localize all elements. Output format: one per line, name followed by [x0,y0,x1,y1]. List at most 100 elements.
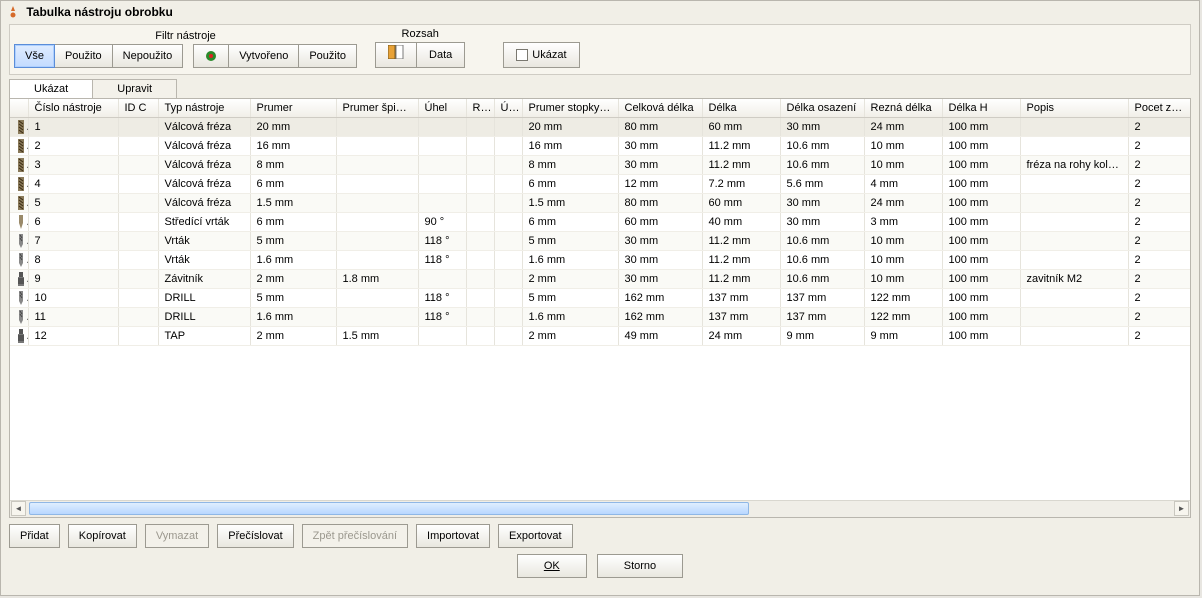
cell-desc[interactable] [1020,232,1128,251]
cell-h[interactable]: 100 mm [942,137,1020,156]
cell-teeth[interactable]: 2 [1128,270,1191,289]
cell-cut[interactable]: 24 mm [864,118,942,137]
cell-tip[interactable] [336,175,418,194]
cell-h[interactable]: 100 mm [942,289,1020,308]
cell-shank[interactable]: 16 mm [522,137,618,156]
cell-cut[interactable]: 10 mm [864,137,942,156]
filter-unused-button[interactable]: Nepoužito [113,44,184,68]
col-u[interactable]: Ú… [494,99,522,118]
cell-tot[interactable]: 162 mm [618,289,702,308]
cell-u[interactable] [494,327,522,346]
cell-shld[interactable]: 10.6 mm [780,156,864,175]
tool-icon[interactable] [10,194,28,213]
table-row[interactable]: 8Vrták1.6 mm118 °1.6 mm30 mm11.2 mm10.6 … [10,251,1191,270]
cell-cut[interactable]: 4 mm [864,175,942,194]
cell-desc[interactable]: zavitník M2 [1020,270,1128,289]
cell-u[interactable] [494,137,522,156]
cell-shld[interactable]: 137 mm [780,308,864,327]
cell-idc[interactable] [118,156,158,175]
cell-tip[interactable]: 1.5 mm [336,327,418,346]
cell-h[interactable]: 100 mm [942,251,1020,270]
cell-shank[interactable]: 5 mm [522,232,618,251]
cell-cut[interactable]: 3 mm [864,213,942,232]
cell-shank[interactable]: 5 mm [522,289,618,308]
cell-len[interactable]: 137 mm [702,308,780,327]
cell-shld[interactable]: 30 mm [780,118,864,137]
col-shank-dia[interactable]: Prumer stopky… [522,99,618,118]
cell-shank[interactable]: 8 mm [522,156,618,175]
cell-shank[interactable]: 6 mm [522,213,618,232]
cell-len[interactable]: 11.2 mm [702,251,780,270]
cell-cut[interactable]: 10 mm [864,251,942,270]
ok-button[interactable]: OK [517,554,587,578]
table-row[interactable]: 9Závitník2 mm1.8 mm2 mm30 mm11.2 mm10.6 … [10,270,1191,289]
cell-teeth[interactable]: 2 [1128,327,1191,346]
cell-r[interactable] [466,175,494,194]
table-row[interactable]: 3Válcová fréza8 mm8 mm30 mm11.2 mm10.6 m… [10,156,1191,175]
tool-icon[interactable] [10,213,28,232]
cell-idc[interactable] [118,175,158,194]
cell-no[interactable]: 11 [28,308,118,327]
range-view-button[interactable] [375,42,417,68]
cell-h[interactable]: 100 mm [942,232,1020,251]
cell-ang[interactable]: 118 ° [418,251,466,270]
scroll-thumb[interactable] [29,502,749,515]
cell-h[interactable]: 100 mm [942,308,1020,327]
cell-cut[interactable]: 10 mm [864,270,942,289]
tab-show[interactable]: Ukázat [9,79,93,98]
cell-shank[interactable]: 1.6 mm [522,308,618,327]
cell-no[interactable]: 12 [28,327,118,346]
col-teeth[interactable]: Pocet zubu [1128,99,1191,118]
cell-tot[interactable]: 30 mm [618,251,702,270]
cell-shld[interactable]: 10.6 mm [780,251,864,270]
tool-icon[interactable] [10,251,28,270]
col-desc[interactable]: Popis [1020,99,1128,118]
cell-type[interactable]: Vrták [158,251,250,270]
cell-teeth[interactable]: 2 [1128,175,1191,194]
cell-ang[interactable] [418,137,466,156]
cell-desc[interactable] [1020,137,1128,156]
cell-u[interactable] [494,270,522,289]
cell-no[interactable]: 2 [28,137,118,156]
cell-type[interactable]: TAP [158,327,250,346]
col-angle[interactable]: Úhel [418,99,466,118]
cell-u[interactable] [494,213,522,232]
cell-h[interactable]: 100 mm [942,327,1020,346]
cell-no[interactable]: 4 [28,175,118,194]
cell-dia[interactable]: 1.6 mm [250,251,336,270]
cell-r[interactable] [466,194,494,213]
cell-no[interactable]: 10 [28,289,118,308]
cell-u[interactable] [494,289,522,308]
cell-no[interactable]: 9 [28,270,118,289]
cell-r[interactable] [466,232,494,251]
cell-tip[interactable] [336,251,418,270]
cell-type[interactable]: Středící vrták [158,213,250,232]
scroll-right-icon[interactable]: ► [1174,501,1189,516]
cell-tot[interactable]: 30 mm [618,156,702,175]
tool-icon[interactable] [10,118,28,137]
cell-tot[interactable]: 162 mm [618,308,702,327]
table-row[interactable]: 7Vrták5 mm118 °5 mm30 mm11.2 mm10.6 mm10… [10,232,1191,251]
filter-created-button[interactable]: Vytvořeno [229,44,299,68]
cell-dia[interactable]: 16 mm [250,137,336,156]
cell-h[interactable]: 100 mm [942,213,1020,232]
col-total-len[interactable]: Celková délka [618,99,702,118]
tool-grid[interactable]: Číslo nástroje ID C Typ nástroje Prumer … [9,98,1191,518]
cell-ang[interactable] [418,270,466,289]
cell-h[interactable]: 100 mm [942,175,1020,194]
col-idc[interactable]: ID C [118,99,158,118]
cell-tot[interactable]: 80 mm [618,118,702,137]
cell-idc[interactable] [118,289,158,308]
cell-teeth[interactable]: 2 [1128,289,1191,308]
cell-r[interactable] [466,289,494,308]
col-tip-dia[interactable]: Prumer špicky [336,99,418,118]
cell-r[interactable] [466,213,494,232]
tool-icon[interactable] [10,289,28,308]
cell-tip[interactable] [336,232,418,251]
cell-idc[interactable] [118,194,158,213]
col-shoulder-len[interactable]: Délka osazení [780,99,864,118]
cell-cut[interactable]: 9 mm [864,327,942,346]
import-button[interactable]: Importovat [416,524,490,548]
tool-icon[interactable] [10,327,28,346]
cell-u[interactable] [494,118,522,137]
